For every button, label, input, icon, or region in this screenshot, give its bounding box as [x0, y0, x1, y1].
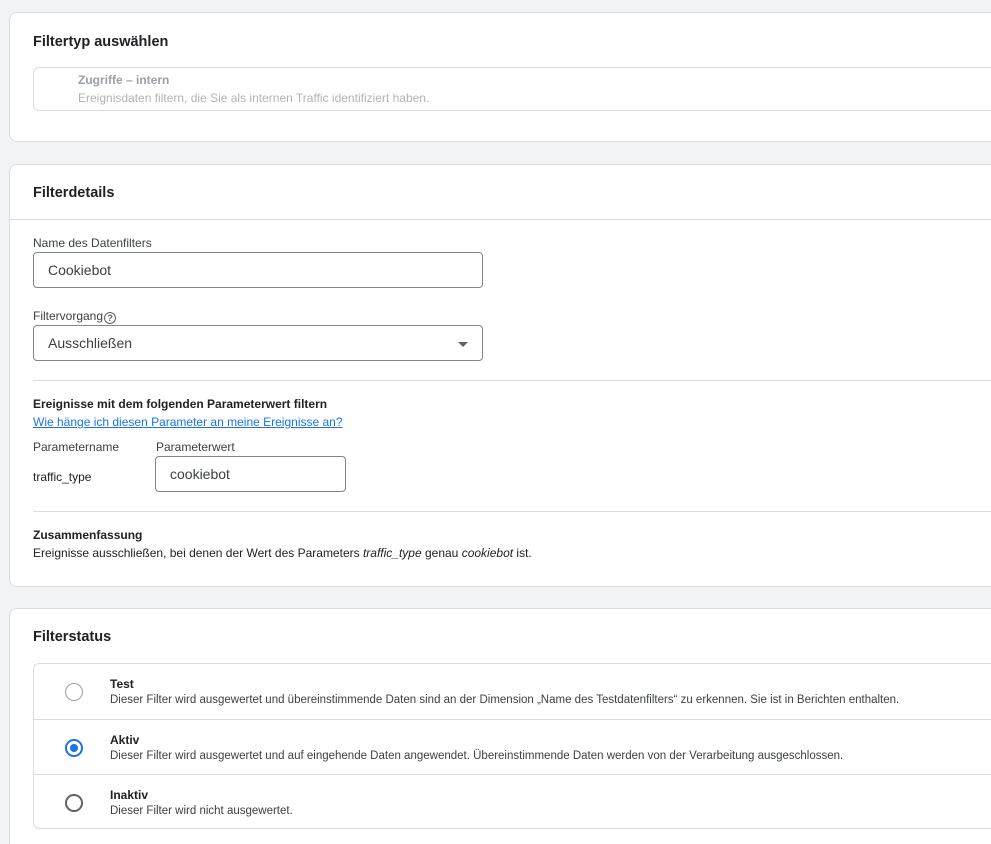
param-value-text: cookiebot	[170, 466, 230, 482]
status-option-test[interactable]: Test Dieser Filter wird ausgewertet und …	[34, 664, 991, 719]
filter-details-title: Filterdetails	[33, 185, 115, 201]
filter-status-title: Filterstatus	[33, 629, 112, 645]
status-option-label: Test	[110, 677, 134, 691]
filter-type-description: Ereignisdaten filtern, die Sie als inter…	[78, 91, 430, 105]
filter-status-card: Filterstatus Test Dieser Filter wird aus…	[9, 608, 991, 844]
filter-operation-select[interactable]: Ausschließen	[33, 325, 483, 361]
status-option-label: Aktiv	[110, 733, 140, 747]
radio-unchecked-icon[interactable]	[65, 794, 83, 812]
summary-middle: genau	[421, 546, 462, 560]
filter-operation-label: Filtervorgang?	[33, 309, 117, 324]
filter-type-name: Zugriffe – intern	[78, 73, 170, 87]
filter-name-value: Cookiebot	[48, 262, 112, 278]
divider	[33, 511, 991, 512]
param-name-label: Parametername	[33, 440, 120, 454]
param-help-link[interactable]: Wie hänge ich diesen Parameter an meine …	[33, 415, 343, 429]
filter-operation-label-text: Filtervorgang	[33, 309, 104, 323]
status-option-inaktiv[interactable]: Inaktiv Dieser Filter wird nicht ausgewe…	[34, 774, 991, 829]
summary-suffix: ist.	[513, 546, 532, 560]
param-name-value: traffic_type	[33, 470, 92, 484]
help-circle-icon[interactable]: ?	[104, 312, 117, 324]
filter-operation-value: Ausschließen	[48, 335, 133, 351]
status-option-aktiv[interactable]: Aktiv Dieser Filter wird ausgewertet und…	[34, 719, 991, 774]
param-section-title: Ereignisse mit dem folgenden Parameterwe…	[33, 397, 328, 411]
filter-type-selector[interactable]: Zugriffe – intern Ereignisdaten filtern,…	[33, 67, 991, 111]
filter-name-input[interactable]: Cookiebot	[33, 252, 483, 288]
summary-value: cookiebot	[461, 546, 514, 560]
summary-prefix: Ereignisse ausschließen, bei denen der W…	[33, 546, 363, 560]
radio-checked-icon[interactable]	[65, 739, 83, 757]
radio-unchecked-icon[interactable]	[65, 683, 83, 701]
status-radio-group: Test Dieser Filter wird ausgewertet und …	[33, 663, 991, 829]
status-option-description: Dieser Filter wird ausgewertet und auf e…	[110, 750, 844, 762]
summary-param: traffic_type	[362, 546, 422, 560]
filter-name-label: Name des Datenfilters	[33, 236, 152, 250]
divider	[10, 219, 991, 220]
param-value-input[interactable]: cookiebot	[155, 456, 346, 492]
filter-details-card: Filterdetails Name des Datenfilters Cook…	[9, 164, 991, 587]
status-option-label: Inaktiv	[110, 788, 149, 802]
summary-text: Ereignisse ausschließen, bei denen der W…	[33, 546, 532, 560]
divider	[33, 380, 991, 381]
filter-type-card: Filtertyp auswählen Zugriffe – intern Er…	[9, 12, 991, 142]
summary-title: Zusammenfassung	[33, 528, 143, 542]
status-option-description: Dieser Filter wird ausgewertet und übere…	[110, 694, 900, 706]
dropdown-arrow-icon	[458, 342, 468, 347]
status-option-description: Dieser Filter wird nicht ausgewertet.	[110, 805, 293, 817]
param-value-label: Parameterwert	[156, 440, 235, 454]
filter-type-title: Filtertyp auswählen	[33, 34, 169, 50]
